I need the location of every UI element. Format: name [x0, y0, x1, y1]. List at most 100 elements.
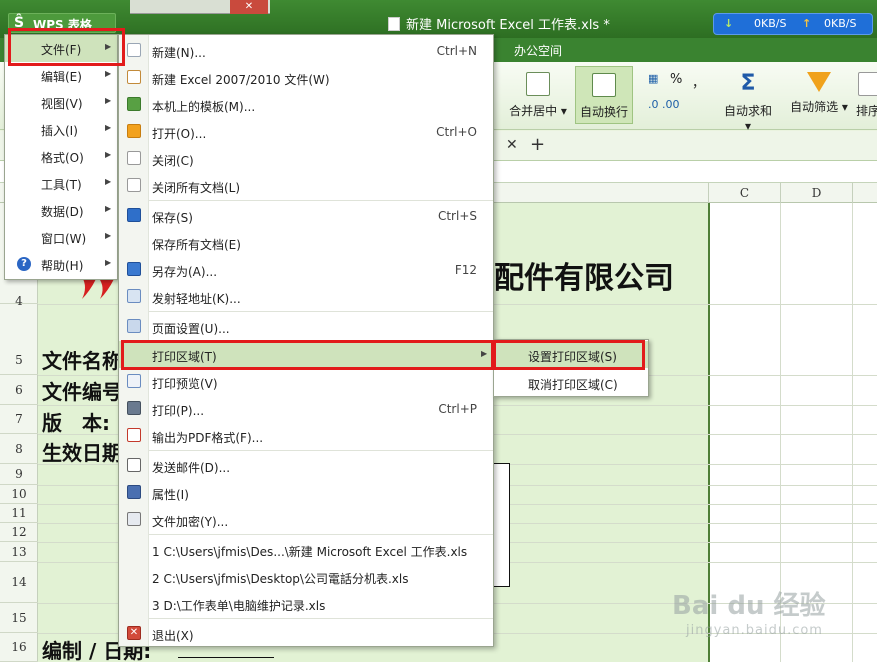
menu-item-print-area[interactable]: 打印区域(T) ▶ [119, 341, 493, 368]
percent-format-button[interactable]: % [670, 72, 682, 87]
baidu-watermark: Bai du 经验 jingyan.baidu.com [672, 585, 872, 660]
menu-item-window[interactable]: 窗口(W) ▶ [5, 224, 117, 251]
row-header-15[interactable]: 15 [0, 603, 38, 633]
row-header-12[interactable]: 12 [0, 523, 38, 542]
menu-item-close-all[interactable]: 关闭所有文档(L) [119, 172, 493, 199]
menu-item-page-setup[interactable]: 页面设置(U)... [119, 313, 493, 340]
shortcut-label: F12 [454, 263, 477, 277]
new-document-icon [127, 43, 141, 57]
document-title-text: 新建 Microsoft Excel 工作表.xls * [406, 18, 610, 33]
comma-format-button[interactable]: ， [692, 72, 705, 91]
file-menu: 新建(N)... Ctrl+N 新建 Excel 2007/2010 文件(W)… [118, 34, 494, 647]
row-header-14[interactable]: 14 [0, 562, 38, 603]
menu-item-save[interactable]: 保存(S) Ctrl+S [119, 202, 493, 229]
menu-item-edit[interactable]: 编辑(E) ▶ [5, 62, 117, 89]
menu-item-help[interactable]: ? 帮助(H) ▶ [5, 251, 117, 278]
row-header-11[interactable]: 11 [0, 504, 38, 523]
column-header-d[interactable]: D [780, 183, 852, 203]
menu-item-label: 发送邮件(D)... [152, 461, 231, 475]
menu-item-label: 数据(D) [41, 205, 84, 219]
mail-envelope-icon [127, 458, 141, 472]
row-header-7[interactable]: 7 [0, 405, 38, 434]
submenu-arrow-icon: ▶ [481, 349, 488, 358]
menu-item-send-light-address[interactable]: 发射轻地址(K)... [119, 283, 493, 310]
exit-icon: ✕ [127, 626, 141, 640]
menu-item-save-as[interactable]: 另存为(A)... F12 [119, 256, 493, 283]
menu-item-label: 设置打印区域(S) [528, 350, 617, 364]
menu-item-properties[interactable]: 属性(I) [119, 479, 493, 506]
shortcut-label: Ctrl+N [436, 44, 477, 58]
currency-format-icon[interactable]: ▦ [648, 72, 658, 85]
label-file-number: 文件编号 [42, 380, 122, 404]
watermark-brand: Bai du 经验 [672, 591, 826, 621]
wrap-text-button[interactable]: 自动换行 [575, 66, 633, 124]
menu-item-new-excel[interactable]: 新建 Excel 2007/2010 文件(W) [119, 64, 493, 91]
menu-item-label: 发射轻地址(K)... [152, 292, 241, 306]
column-header-c[interactable]: C [708, 183, 780, 203]
document-title: 新建 Microsoft Excel 工作表.xls * [388, 14, 610, 33]
row-header-16[interactable]: 16 [0, 633, 38, 662]
pdf-file-icon [127, 428, 141, 442]
row-header-8[interactable]: 8 [0, 434, 38, 464]
menu-item-close[interactable]: 关闭(C) [119, 145, 493, 172]
row-header-13[interactable]: 13 [0, 542, 38, 562]
menu-item-open[interactable]: 打开(O)... Ctrl+O [119, 118, 493, 145]
autofilter-button[interactable]: 自动筛选 ▾ [788, 72, 850, 115]
company-name: 配件有限公司 [494, 261, 674, 296]
new-tab-icon[interactable]: + [530, 134, 545, 155]
menu-item-recent-2[interactable]: 2 C:\Users\jfmis\Desktop\公司電話分机表.xls [119, 563, 493, 590]
sort-button[interactable]: 排序 [856, 72, 877, 119]
menu-item-print[interactable]: 打印(P)... Ctrl+P [119, 395, 493, 422]
watermark-url: jingyan.baidu.com [686, 623, 823, 638]
menu-item-export-pdf[interactable]: 输出为PDF格式(F)... [119, 422, 493, 449]
shortcut-label: Ctrl+S [437, 209, 477, 223]
menu-item-file[interactable]: 文件(F) ▶ [5, 35, 117, 62]
menu-item-data[interactable]: 数据(D) ▶ [5, 197, 117, 224]
menu-item-label: 属性(I) [152, 488, 189, 502]
menu-item-label: 打印区域(T) [152, 350, 217, 364]
column-header-e[interactable] [852, 183, 877, 203]
row-header-10[interactable]: 10 [0, 485, 38, 504]
wps-app-menu-button[interactable]: Ŝ WPS 表格 [8, 13, 116, 33]
menu-item-label: 插入(I) [41, 124, 78, 138]
menu-item-view[interactable]: 视图(V) ▶ [5, 89, 117, 116]
row-header-6[interactable]: 6 [0, 375, 38, 405]
menu-item-cancel-print-area[interactable]: 取消打印区域(C) [494, 369, 648, 396]
submenu-arrow-icon: ▶ [105, 258, 112, 267]
download-speed: 0KB/S [754, 17, 787, 30]
close-window-button[interactable]: ✕ [230, 0, 268, 14]
menu-item-insert[interactable]: 插入(I) ▶ [5, 116, 117, 143]
menu-item-label: 本机上的模板(M)... [152, 100, 256, 114]
menu-item-new[interactable]: 新建(N)... Ctrl+N [119, 37, 493, 64]
wrap-text-icon [592, 73, 616, 97]
row-header-5[interactable]: 5 [0, 304, 38, 375]
autosum-button[interactable]: Σ 自动求和 ▾ [720, 72, 776, 134]
encrypt-lock-icon [127, 512, 141, 526]
merge-center-button[interactable]: 合并居中 ▾ [506, 72, 570, 119]
wps-main-menu: 文件(F) ▶ 编辑(E) ▶ 视图(V) ▶ 插入(I) ▶ 格式(O) ▶ … [4, 34, 118, 280]
tab-office-space[interactable]: 办公空间 [514, 42, 562, 59]
menu-item-exit[interactable]: ✕ 退出(X) [119, 620, 493, 647]
increase-decimal-button[interactable]: .0 .00 [648, 98, 680, 111]
filter-funnel-icon [807, 72, 831, 92]
menu-item-tools[interactable]: 工具(T) ▶ [5, 170, 117, 197]
printer-icon [127, 401, 141, 415]
menu-separator [149, 311, 493, 312]
menu-item-recent-3[interactable]: 3 D:\工作表单\电脑维护记录.xls [119, 590, 493, 617]
menu-item-save-all[interactable]: 保存所有文档(E) [119, 229, 493, 256]
menu-item-print-preview[interactable]: 打印预览(V) [119, 368, 493, 395]
submenu-arrow-icon: ▶ [105, 96, 112, 105]
menu-item-set-print-area[interactable]: 设置打印区域(S) [494, 341, 648, 368]
menu-item-format[interactable]: 格式(O) ▶ [5, 143, 117, 170]
close-document-icon [127, 151, 141, 165]
menu-item-local-template[interactable]: 本机上的模板(M)... [119, 91, 493, 118]
menu-item-recent-1[interactable]: 1 C:\Users\jfmis\Des...\新建 Microsoft Exc… [119, 536, 493, 563]
submenu-arrow-icon: ▶ [105, 150, 112, 159]
close-tab-icon[interactable]: ✕ [506, 137, 518, 153]
menu-item-encrypt[interactable]: 文件加密(Y)... [119, 506, 493, 533]
wrap-text-label: 自动换行 [579, 105, 628, 119]
menu-item-label: 工具(T) [41, 178, 82, 192]
merge-center-label: 合并居中 ▾ [509, 104, 567, 118]
menu-item-send-mail[interactable]: 发送邮件(D)... [119, 452, 493, 479]
row-header-9[interactable]: 9 [0, 464, 38, 485]
